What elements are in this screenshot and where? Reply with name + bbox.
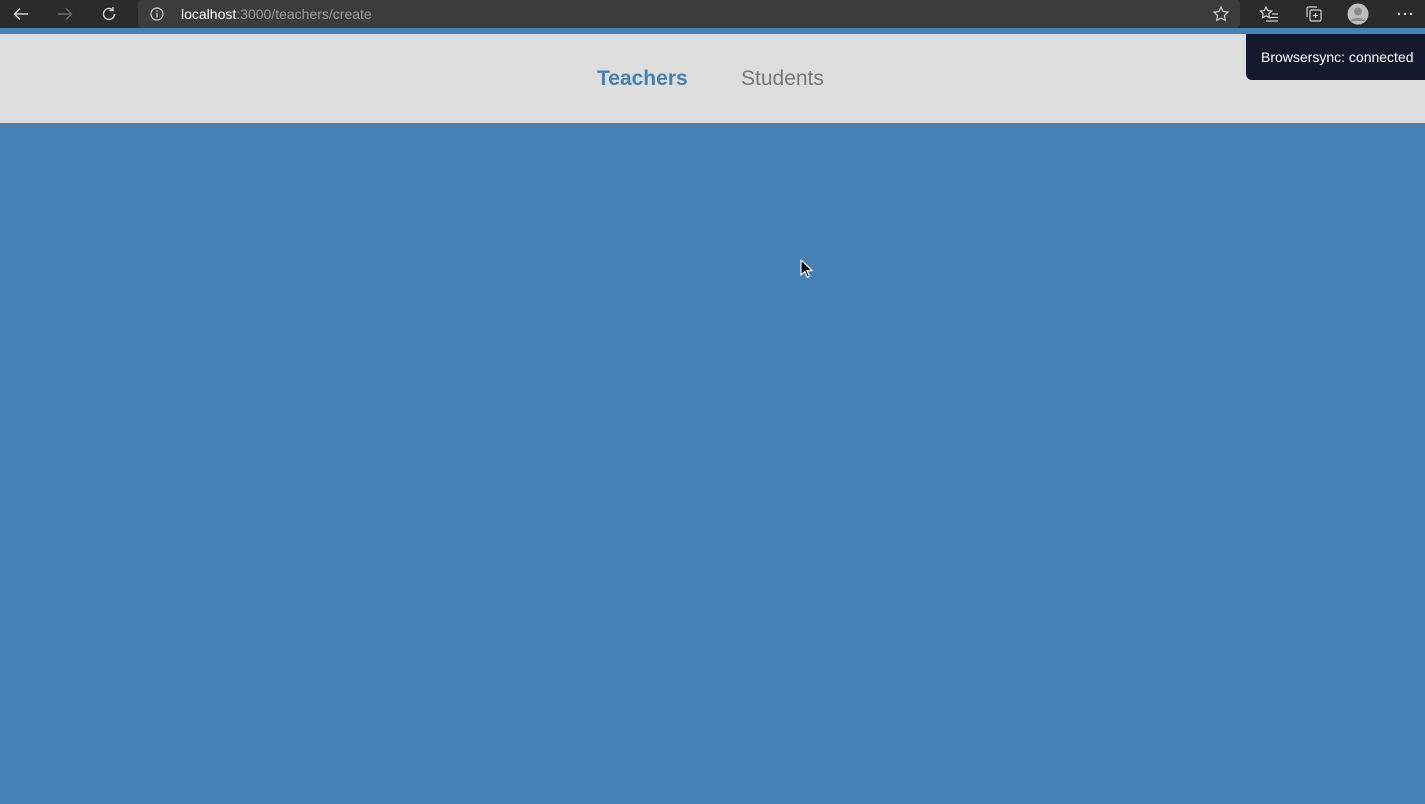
nav-header: Teachers Students bbox=[0, 34, 1425, 123]
favorites-button[interactable] bbox=[1258, 3, 1280, 25]
info-icon[interactable] bbox=[150, 7, 164, 21]
address-bar[interactable]: localhost:3000/teachers/create bbox=[138, 0, 1240, 28]
forward-icon bbox=[58, 8, 73, 20]
collections-button[interactable] bbox=[1303, 3, 1325, 25]
url-text[interactable]: localhost:3000/teachers/create bbox=[181, 6, 372, 22]
favorites-icon bbox=[1259, 5, 1278, 22]
browsersync-text: Browsersync: connected bbox=[1261, 49, 1414, 65]
url-host: localhost bbox=[181, 6, 237, 22]
collections-icon bbox=[1306, 6, 1322, 22]
forward-button[interactable] bbox=[54, 3, 76, 25]
more-button[interactable] bbox=[1394, 3, 1416, 25]
reload-button[interactable] bbox=[98, 3, 120, 25]
browser-toolbar: localhost:3000/teachers/create bbox=[0, 0, 1425, 28]
browsersync-notification: Browsersync: connected bbox=[1246, 34, 1425, 80]
mouse-cursor-icon bbox=[800, 259, 813, 278]
bookmark-button[interactable] bbox=[1210, 3, 1232, 25]
nav-link-teachers[interactable]: Teachers bbox=[597, 67, 688, 91]
star-icon bbox=[1212, 5, 1230, 22]
main-content bbox=[0, 123, 1425, 804]
back-icon bbox=[13, 8, 28, 20]
back-button[interactable] bbox=[10, 3, 32, 25]
more-icon bbox=[1397, 12, 1413, 16]
profile-icon bbox=[1347, 3, 1369, 25]
url-path: :3000/teachers/create bbox=[236, 6, 372, 22]
profile-button[interactable] bbox=[1347, 3, 1369, 25]
nav-link-students[interactable]: Students bbox=[741, 67, 824, 91]
reload-icon bbox=[102, 7, 116, 21]
